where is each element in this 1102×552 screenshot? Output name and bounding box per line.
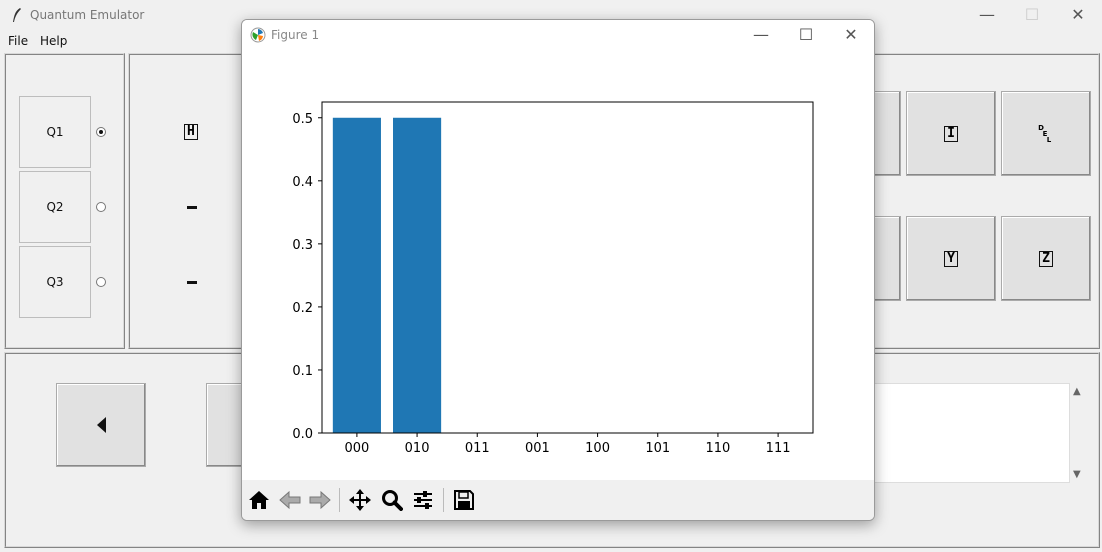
x-tick-label: 000 — [344, 441, 369, 456]
circuit-gate-h: H — [184, 124, 198, 140]
back-button[interactable] — [56, 383, 146, 467]
x-tick-label: 010 — [405, 441, 430, 456]
gate-button-del[interactable]: D E L — [1001, 91, 1091, 176]
circuit-wire-q2 — [187, 206, 197, 209]
y-tick-label: 0.1 — [292, 364, 313, 379]
maximize-button[interactable]: ☐ — [1009, 0, 1055, 30]
window-title: Quantum Emulator — [30, 8, 145, 22]
forward-arrow-icon — [309, 490, 331, 510]
y-tick-label: 0.3 — [292, 238, 313, 253]
scroll-up-icon[interactable]: ▲ — [1073, 386, 1081, 397]
figure-maximize-button[interactable]: ☐ — [783, 20, 829, 50]
close-button[interactable]: ✕ — [1055, 0, 1101, 30]
figure-title: Figure 1 — [271, 28, 320, 42]
bar-000 — [332, 117, 381, 433]
scroll-down-icon[interactable]: ▼ — [1073, 469, 1081, 480]
x-tick-label: 110 — [706, 441, 731, 456]
menu-help[interactable]: Help — [40, 34, 67, 48]
y-tick-label: 0.5 — [292, 112, 313, 127]
qubit-radio-q1[interactable] — [96, 127, 106, 137]
gate-button-y[interactable]: Y — [906, 216, 996, 301]
qubit-radio-q3[interactable] — [96, 277, 106, 287]
x-tick-label: 100 — [585, 441, 610, 456]
menu-file[interactable]: File — [8, 34, 28, 48]
back-arrow-icon — [279, 490, 301, 510]
del-label-l: L — [1046, 135, 1052, 144]
figure-close-button[interactable]: ✕ — [828, 20, 874, 50]
partial-button[interactable] — [206, 383, 246, 467]
save-icon — [454, 490, 474, 510]
gate-button-z[interactable]: Z — [1001, 216, 1091, 301]
zoom-icon — [382, 490, 403, 511]
figure-toolbar — [242, 480, 874, 520]
matplotlib-icon — [250, 27, 266, 43]
triangle-left-icon — [97, 417, 106, 433]
gate-i-label: I — [944, 125, 958, 142]
pan-icon — [349, 489, 371, 511]
toolbar-separator — [443, 488, 444, 512]
x-tick-label: 111 — [766, 441, 791, 456]
feather-icon — [13, 8, 21, 22]
figure-window: Figure 1 — ☐ ✕ 000 010 011 001 100 101 110 111 0… — [241, 19, 875, 521]
figure-minimize-button[interactable]: — — [738, 20, 784, 50]
toolbar-separator — [339, 488, 340, 512]
y-tick-label: 0.2 — [292, 301, 313, 316]
qubit-button-q2[interactable]: Q2 — [19, 171, 91, 243]
forward-nav-button[interactable] — [305, 485, 335, 515]
minimize-button[interactable]: — — [964, 0, 1010, 30]
qubit-button-q1[interactable]: Q1 — [19, 96, 91, 168]
bar-010 — [393, 117, 442, 433]
gate-button-i[interactable]: I — [906, 91, 996, 176]
bar-chart: 000 010 011 001 100 101 110 111 0.0 0.1 0.2 0.3 0.4 0… — [292, 101, 814, 456]
configure-subplots-icon — [414, 491, 432, 509]
gate-z-label: Z — [1039, 250, 1053, 267]
zoom-button[interactable] — [377, 485, 407, 515]
x-tick-label: 001 — [525, 441, 550, 456]
figure-title-bar: Figure 1 — ☐ ✕ — [242, 20, 874, 50]
home-icon — [249, 491, 269, 509]
circuit-wire-q3 — [187, 281, 197, 284]
x-tick-label: 101 — [645, 441, 670, 456]
pan-button[interactable] — [345, 485, 375, 515]
gate-y-label: Y — [944, 250, 958, 267]
y-tick-label: 0.0 — [292, 427, 313, 442]
home-button[interactable] — [244, 485, 274, 515]
x-tick-label: 011 — [465, 441, 490, 456]
y-tick-label: 0.4 — [292, 175, 313, 190]
qubit-radio-q2[interactable] — [96, 202, 106, 212]
save-button[interactable] — [449, 485, 479, 515]
configure-subplots-button[interactable] — [408, 485, 438, 515]
output-text-area[interactable] — [860, 383, 1070, 483]
back-nav-button[interactable] — [275, 485, 305, 515]
qubit-button-q3[interactable]: Q3 — [19, 246, 91, 318]
